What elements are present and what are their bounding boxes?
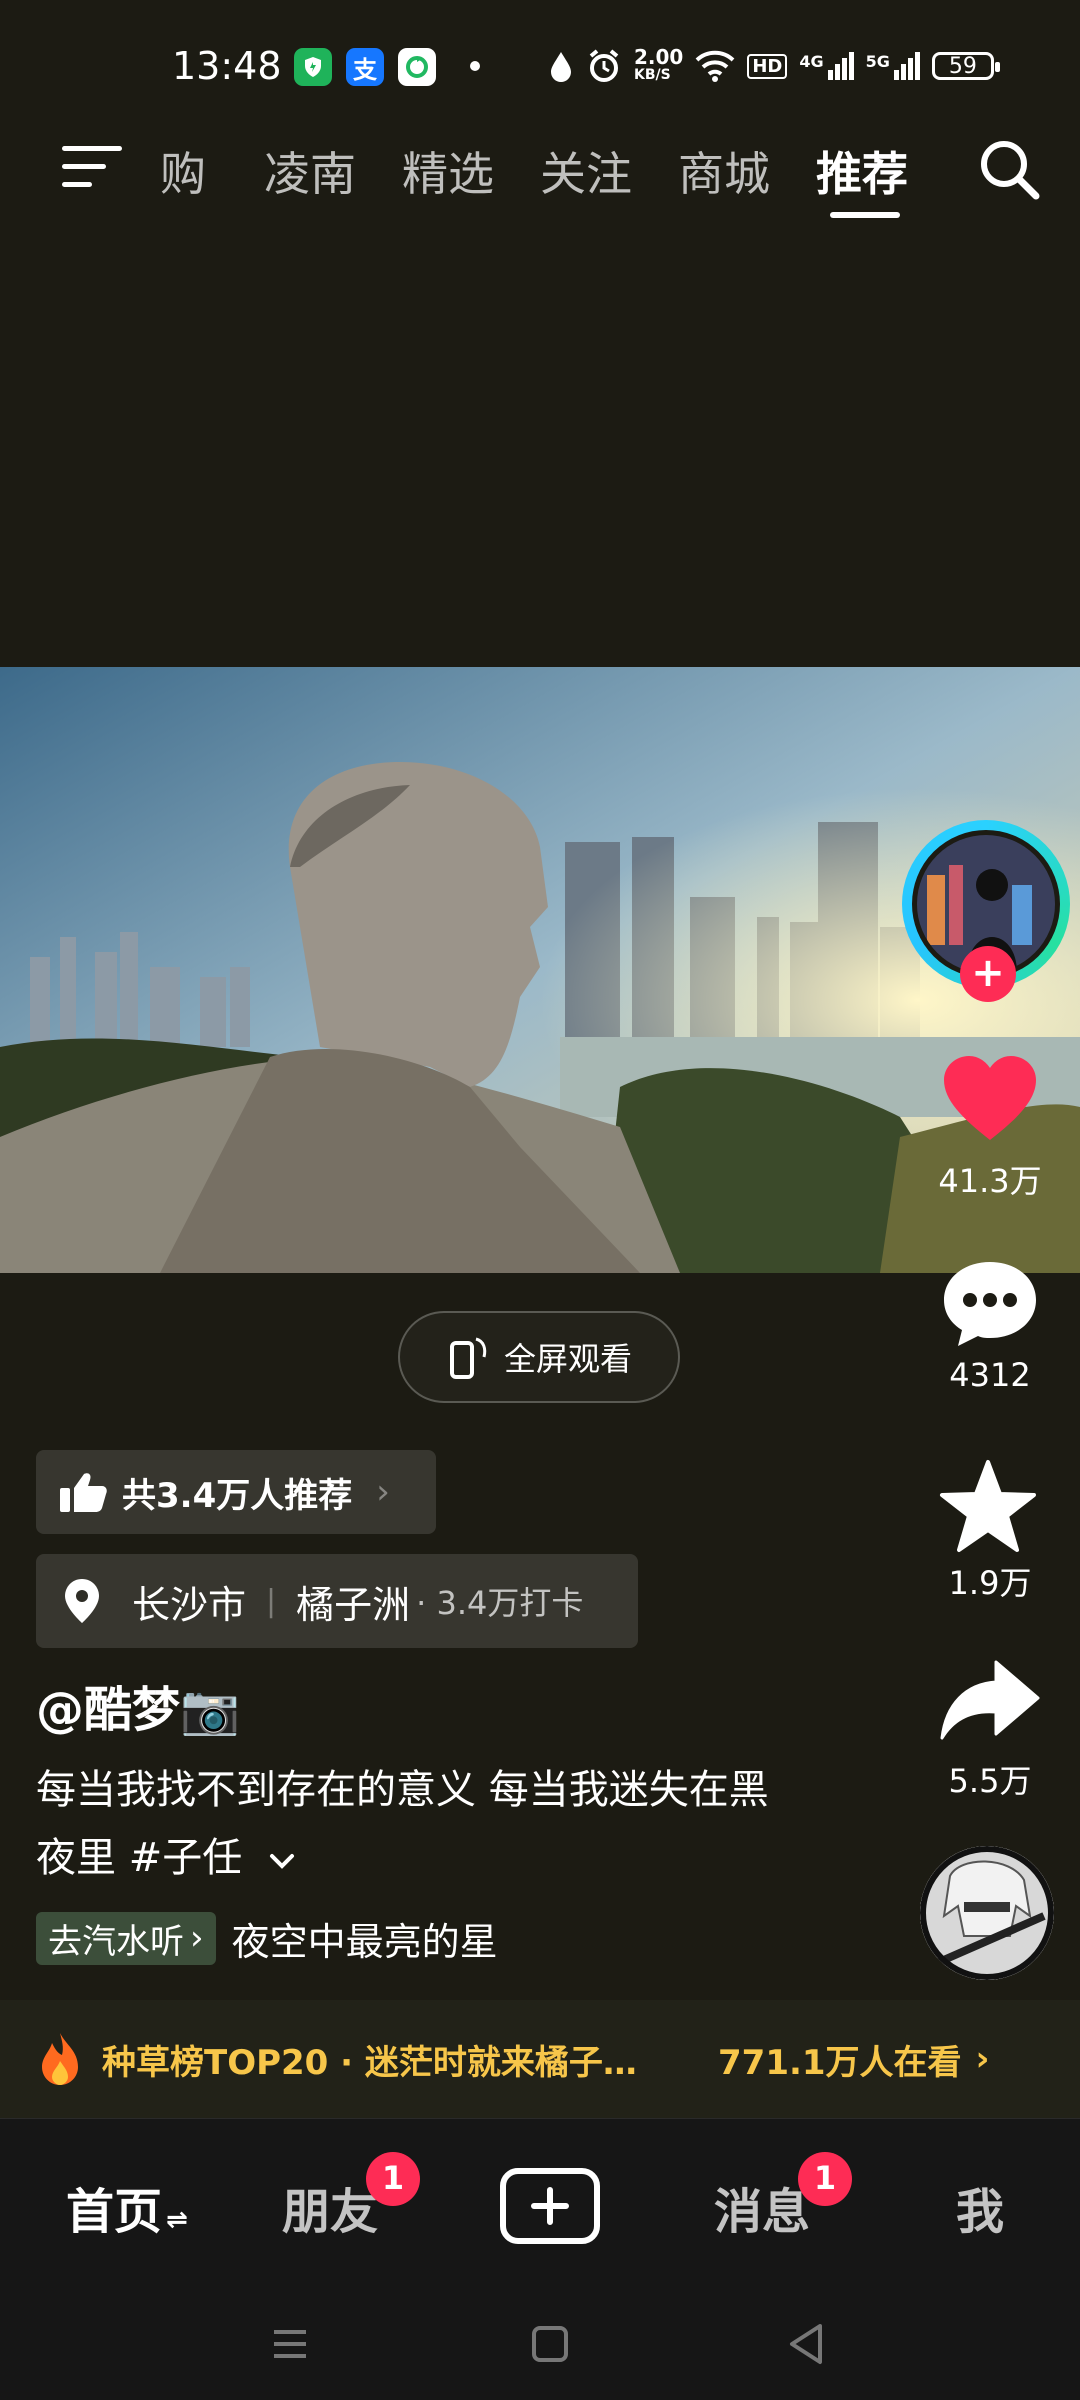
messages-badge: 1	[798, 2152, 852, 2206]
author-username[interactable]: @酷梦📷	[36, 1670, 240, 1740]
status-right-group: 2.00 KB/S HD 4G 5G 59	[548, 45, 1000, 86]
recommend-pill[interactable]: 共3.4万人推荐 ›	[36, 1450, 436, 1534]
battery-icon: 59	[931, 52, 1000, 80]
hd-voice-icon: HD	[747, 53, 788, 79]
notification-dot-icon	[470, 61, 480, 71]
like-heart-icon[interactable]	[942, 1054, 1038, 1142]
music-row[interactable]: 去汽水听 › 夜空中最亮的星	[36, 1908, 498, 1968]
home-square-icon[interactable]	[530, 2324, 570, 2364]
recent-apps-icon[interactable]	[270, 2324, 310, 2364]
favorite-count: 1.9万	[948, 1564, 1032, 1602]
refresh-app-icon	[398, 48, 436, 86]
signal-5g-label: 5G	[865, 52, 890, 71]
network-speed: 2.00 KB/S	[634, 45, 684, 84]
share-arrow-icon[interactable]	[938, 1658, 1042, 1742]
wifi-icon	[695, 50, 735, 82]
fullscreen-label: 全屏观看	[503, 1340, 632, 1378]
signal-5g-icon: 5G	[866, 52, 920, 80]
nav-me[interactable]: 我	[956, 2172, 1004, 2242]
comment-count: 4312	[949, 1356, 1031, 1394]
thumbs-up-icon	[60, 1473, 107, 1512]
music-title: 夜空中最亮的星	[231, 1919, 498, 1964]
listen-on-qishui-tag[interactable]: 去汽水听 ›	[36, 1911, 216, 1965]
net-speed-value: 2.00	[634, 45, 684, 69]
plus-icon	[531, 2187, 569, 2225]
tab-mall[interactable]: 商城	[678, 138, 770, 204]
chevron-right-icon: ›	[190, 1918, 204, 1958]
location-pin-icon	[65, 1579, 99, 1623]
location-place: 橘子洲	[296, 1582, 411, 1627]
video-caption[interactable]: 每当我找不到存在的意义 每当我迷失在黑夜里 #子任	[36, 1756, 796, 1892]
chevron-right-icon: ›	[975, 2039, 990, 2079]
location-checkins: · 3.4万打卡	[416, 1584, 584, 1622]
follow-button[interactable]: +	[960, 946, 1016, 1002]
swap-arrows-icon: ⇌	[166, 2205, 188, 2235]
expand-chevron-icon[interactable]	[267, 1851, 297, 1871]
signal-4g-label: 4G	[799, 52, 824, 71]
music-disc-image	[920, 1846, 1054, 1980]
hot-list-banner[interactable]: 种草榜TOP20 · 迷茫时就来橘子… 771.1万人在看 ›	[0, 2000, 1080, 2118]
music-disc[interactable]	[920, 1846, 1054, 1980]
rotate-screen-icon	[449, 1337, 487, 1379]
favorite-star-icon[interactable]	[938, 1458, 1038, 1554]
status-time: 13:48	[172, 44, 282, 88]
comment-icon[interactable]	[940, 1258, 1040, 1350]
nav-home[interactable]: 首页 ⇌	[66, 2172, 188, 2242]
share-count: 5.5万	[948, 1762, 1032, 1800]
nav-messages[interactable]: 消息	[714, 2172, 810, 2242]
nav-home-label: 首页	[66, 2184, 163, 2240]
tab-following[interactable]: 关注	[540, 138, 632, 204]
menu-icon[interactable]	[62, 146, 122, 196]
location-pill[interactable]: 长沙市 | 橘子洲 · 3.4万打卡	[36, 1554, 638, 1648]
signal-4g-icon: 4G	[799, 52, 854, 80]
net-speed-unit: KB/S	[634, 67, 671, 83]
alipay-icon: 支	[346, 48, 384, 86]
active-tab-indicator	[830, 212, 900, 218]
location-divider: |	[266, 1583, 277, 1619]
music-tag-label: 去汽水听	[48, 1921, 184, 1962]
location-city: 长沙市	[132, 1582, 247, 1627]
tab-lingnan[interactable]: 凌南	[264, 138, 356, 204]
tab-shopping[interactable]: 购	[160, 138, 206, 204]
fullscreen-button[interactable]: 全屏观看	[398, 1311, 680, 1403]
fire-icon	[42, 2033, 78, 2085]
like-count: 41.3万	[938, 1162, 1042, 1200]
chevron-right-icon: ›	[376, 1472, 390, 1512]
hot-list-viewers: 771.1万人在看	[718, 2042, 962, 2083]
alarm-icon	[589, 49, 619, 82]
battery-level: 59	[948, 53, 977, 79]
drop-icon	[551, 52, 571, 82]
caption-text: 每当我找不到存在的意义 每当我迷失在黑夜里 #子任	[36, 1767, 769, 1881]
create-button[interactable]	[500, 2168, 600, 2244]
back-triangle-icon[interactable]	[786, 2322, 826, 2366]
tab-featured[interactable]: 精选	[402, 138, 494, 204]
nav-friends[interactable]: 朋友	[282, 2172, 378, 2242]
recommend-label: 共3.4万人推荐	[122, 1475, 353, 1516]
search-icon[interactable]	[974, 134, 1044, 204]
tab-recommend[interactable]: 推荐	[816, 138, 908, 204]
hot-list-title: 种草榜TOP20 · 迷茫时就来橘子…	[102, 2042, 637, 2083]
shield-app-icon	[294, 48, 332, 86]
friends-badge: 1	[366, 2152, 420, 2206]
